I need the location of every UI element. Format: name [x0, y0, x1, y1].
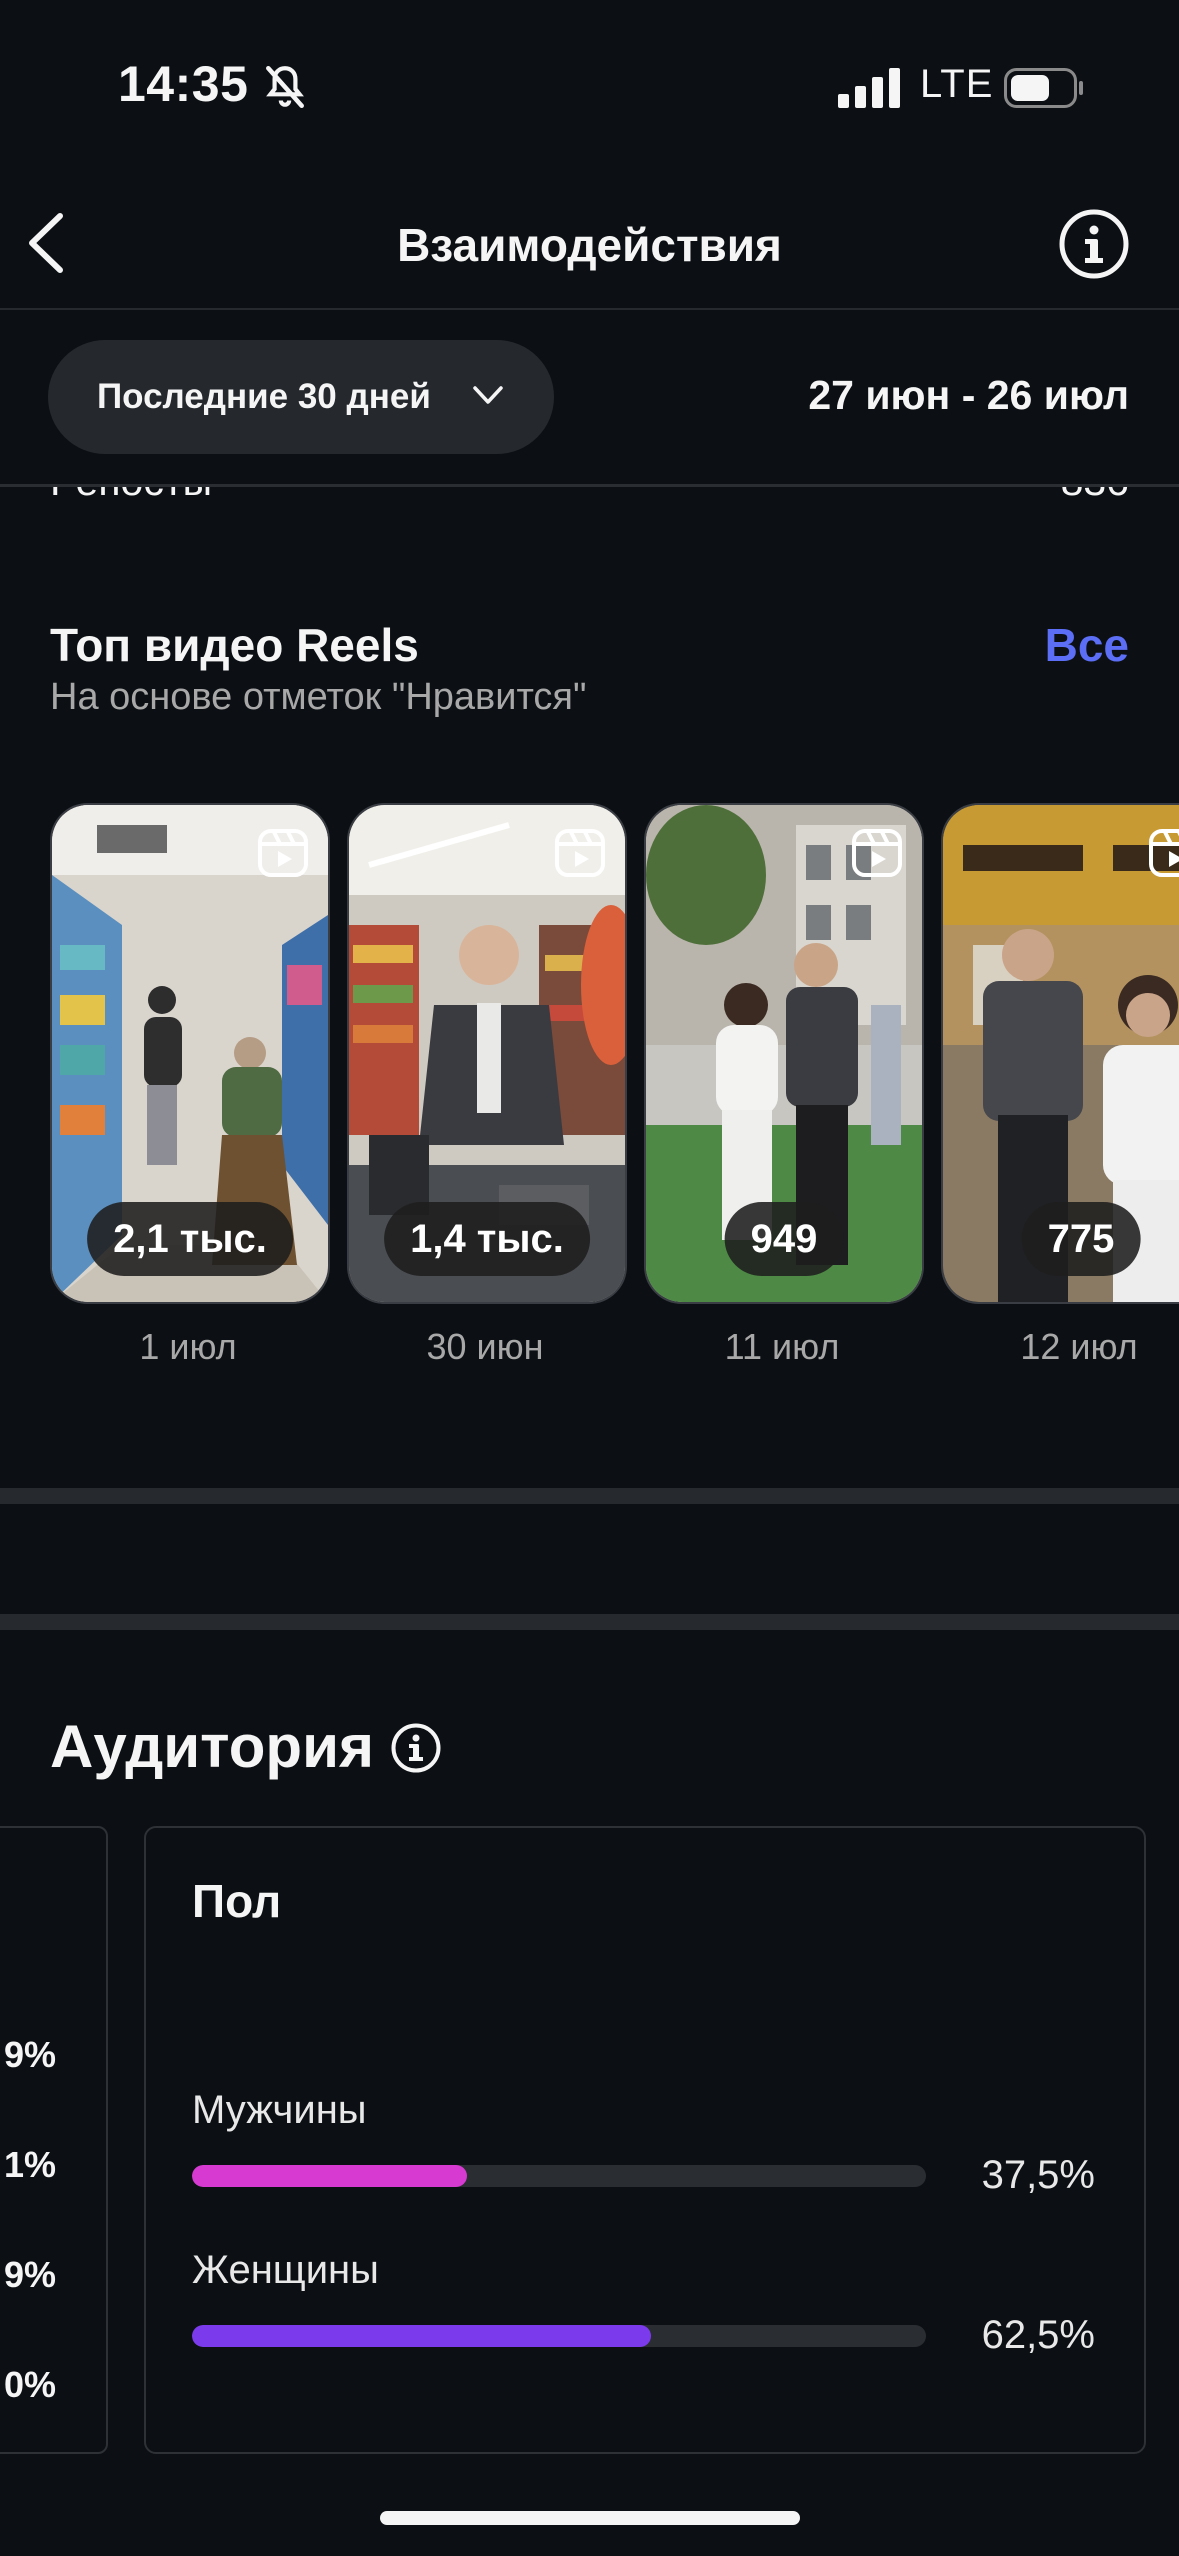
battery-icon: [1004, 68, 1083, 108]
header-divider: [0, 308, 1179, 310]
gender-percent-male: 37,5%: [981, 2153, 1095, 2197]
percentage-value: 0%: [3, 2364, 56, 2405]
reel-thumbnail[interactable]: 1,4 тыс.: [347, 803, 627, 1304]
info-icon[interactable]: [1058, 208, 1130, 280]
gender-label-female: Женщины: [192, 2248, 379, 2292]
section-title-top-reels: Топ видео Reels: [50, 619, 419, 671]
reel-like-count: 1,4 тыс.: [384, 1202, 590, 1276]
network-type: LTE: [920, 62, 994, 106]
percentage-value: 1%: [3, 2144, 56, 2185]
section-subtitle: На основе отметок "Нравится": [50, 676, 587, 718]
percentage-value: 9%: [3, 2254, 56, 2295]
page-title: Взаимодействия: [397, 219, 782, 271]
section-separator: [0, 1614, 1179, 1630]
reels-icon: [555, 829, 605, 877]
reel-thumbnail[interactable]: 949: [644, 803, 924, 1304]
gender-panel[interactable]: [144, 1826, 1146, 2454]
gender-percent-female: 62,5%: [981, 2313, 1095, 2357]
bell-muted-icon: [266, 65, 304, 109]
reels-icon: [258, 829, 308, 877]
reel-date: 12 июл: [1020, 1326, 1138, 1367]
reel-date: 30 июн: [426, 1326, 544, 1367]
reel-date: 1 июл: [139, 1326, 237, 1367]
percentage-value: 9%: [3, 2034, 56, 2075]
chevron-down-icon: [473, 386, 503, 404]
section-separator: [0, 1488, 1179, 1504]
status-time: 14:35: [118, 56, 249, 112]
info-icon[interactable]: [390, 1722, 442, 1774]
see-all-link[interactable]: Все: [1045, 618, 1129, 672]
section-title-audience: Аудитория: [50, 1713, 374, 1780]
reel-like-count: 2,1 тыс.: [87, 1202, 293, 1276]
reel-like-count: 775: [1021, 1202, 1141, 1276]
gender-bar-fill-male: [192, 2165, 468, 2187]
gender-panel-title: Пол: [192, 1875, 282, 1927]
gender-bar-fill-female: [192, 2325, 651, 2347]
reels-icon: [852, 829, 902, 877]
reel-date: 11 июл: [724, 1326, 840, 1367]
reel-thumbnail[interactable]: 2,1 тыс.: [50, 803, 330, 1304]
home-indicator[interactable]: [380, 2511, 800, 2525]
period-dropdown-label: Последние 30 дней: [97, 377, 431, 416]
reel-like-count: 949: [724, 1202, 844, 1276]
gender-bar-male: [192, 2165, 926, 2187]
date-range: 27 июн - 26 июл: [808, 372, 1129, 418]
audience-panel-previous[interactable]: [0, 1826, 108, 2454]
gender-label-male: Мужчины: [192, 2088, 367, 2132]
cellular-signal-icon: [838, 68, 900, 108]
filter-divider: [0, 484, 1179, 487]
reels-icon: [1149, 829, 1179, 877]
reel-thumbnail[interactable]: 775: [941, 803, 1179, 1304]
gender-bar-female: [192, 2325, 926, 2347]
